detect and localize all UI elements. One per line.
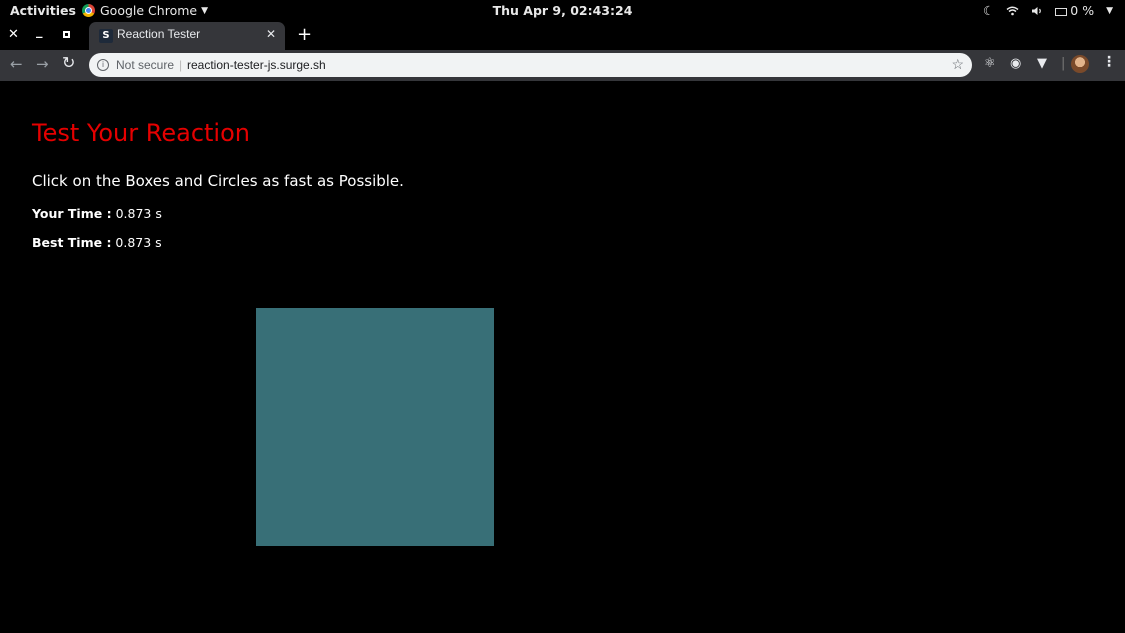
battery-indicator: 0 % [1055, 3, 1094, 18]
forward-arrow-icon[interactable]: → [36, 55, 49, 73]
chrome-logo-icon [82, 4, 95, 17]
vue-devtools-icon[interactable]: ▼ [1037, 56, 1047, 71]
app-menu-label: Google Chrome [100, 3, 198, 18]
best-time: Best Time : 0.873 s [32, 235, 162, 250]
caret-down-icon: ▼ [201, 5, 209, 16]
reload-icon[interactable]: ↻ [62, 53, 75, 72]
best-time-label: Best Time : [32, 235, 112, 250]
tab-reaction-tester[interactable]: S Reaction Tester ✕ [89, 22, 285, 50]
tab-title: Reaction Tester [117, 27, 201, 41]
your-time-label: Your Time : [32, 206, 112, 221]
url-text[interactable]: reaction-tester-js.surge.sh [187, 58, 326, 72]
system-top-bar: Activities Google Chrome ▼ Thu Apr 9, 02… [0, 0, 1125, 22]
tab-close-icon[interactable]: ✕ [266, 27, 276, 41]
instructions-text: Click on the Boxes and Circles as fast a… [32, 172, 404, 190]
caret-down-icon: ▼ [1106, 5, 1113, 16]
new-tab-icon[interactable]: + [297, 24, 312, 45]
wifi-icon [1006, 6, 1019, 15]
your-time: Your Time : 0.873 s [32, 206, 162, 221]
best-time-value: 0.873 s [115, 235, 162, 250]
volume-icon [1032, 6, 1042, 15]
toolbar-divider: | [1061, 56, 1066, 71]
page-title: Test Your Reaction [32, 119, 250, 147]
app-menu[interactable]: Google Chrome ▼ [82, 3, 208, 18]
night-light-icon: ☾ [983, 3, 995, 18]
omnibox-divider: | [179, 58, 183, 72]
profile-avatar[interactable] [1071, 55, 1089, 73]
react-devtools-icon[interactable]: ⚛ [984, 56, 996, 71]
back-arrow-icon[interactable]: ← [10, 55, 23, 73]
browser-toolbar: ← → ↻ i Not secure | reaction-tester-js.… [0, 50, 1125, 81]
surge-favicon-icon: S [99, 29, 113, 43]
system-tray[interactable]: ☾ 0 % ▼ [983, 3, 1113, 18]
battery-icon [1055, 7, 1068, 16]
window-maximize-icon[interactable] [63, 27, 70, 42]
grammarly-icon[interactable]: ◉ [1010, 56, 1021, 71]
info-icon[interactable]: i [97, 59, 109, 71]
bookmark-star-icon[interactable]: ☆ [951, 56, 964, 73]
page-content: Test Your Reaction Click on the Boxes an… [0, 81, 1125, 633]
tab-strip: ✕ _ S Reaction Tester ✕ + [0, 22, 1125, 50]
chrome-menu-icon[interactable]: ⋮ [1102, 54, 1116, 70]
activities-button[interactable]: Activities [10, 3, 76, 18]
your-time-value: 0.873 s [115, 206, 162, 221]
security-label[interactable]: Not secure [116, 58, 174, 72]
reaction-target-box[interactable] [256, 308, 494, 546]
address-bar[interactable]: i Not secure | reaction-tester-js.surge.… [89, 53, 972, 77]
window-minimize-icon[interactable]: _ [36, 24, 43, 39]
window-close-icon[interactable]: ✕ [8, 27, 19, 42]
battery-label: 0 % [1070, 3, 1095, 18]
